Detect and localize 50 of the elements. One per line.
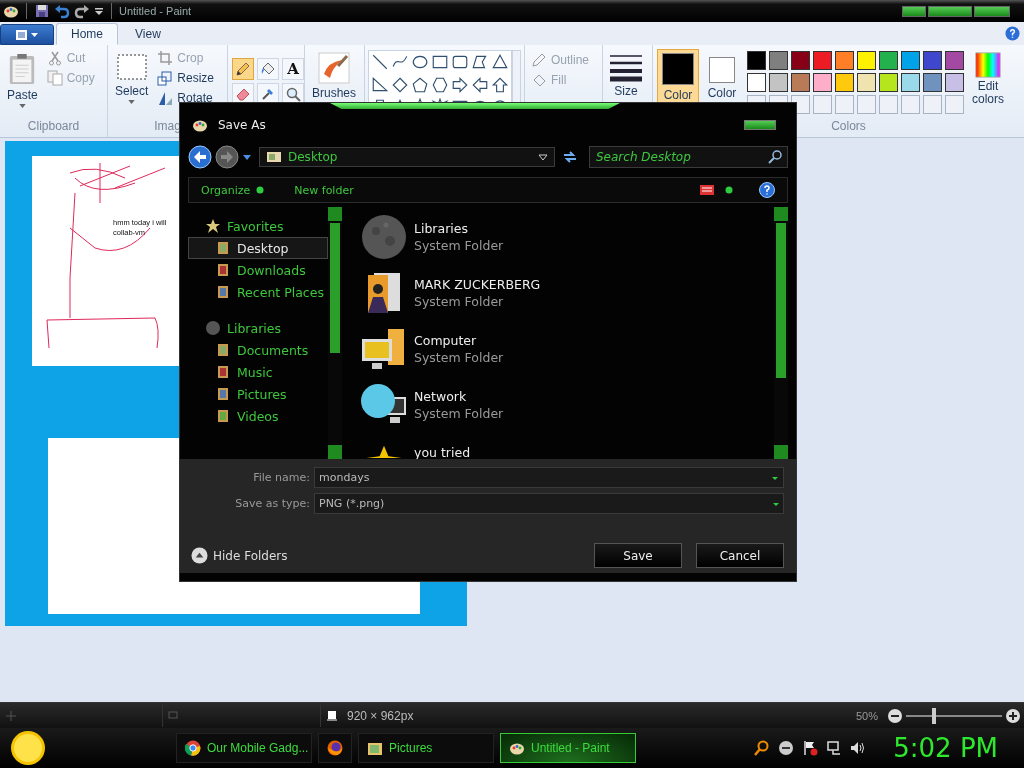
nav-item[interactable]: Downloads xyxy=(188,259,328,281)
nav-item[interactable]: Pictures xyxy=(188,383,328,405)
color-slot-button[interactable]: Color xyxy=(701,49,743,104)
dialog-button[interactable]: Cancel xyxy=(696,543,784,568)
file-type: System Folder xyxy=(414,294,505,309)
file-type: System Folder xyxy=(414,350,504,365)
address-bar[interactable]: Desktop xyxy=(259,147,555,167)
file-name[interactable]: Computer xyxy=(414,333,504,348)
nav-item[interactable]: Videos xyxy=(188,405,328,427)
group-label: Clipboard xyxy=(26,119,81,135)
field-label: Save as type: xyxy=(234,497,310,510)
taskbar-button[interactable]: Untitled - Paint xyxy=(500,733,636,763)
paste-button[interactable]: Paste xyxy=(3,49,42,111)
image-size: 920 × 962px xyxy=(347,708,414,723)
organize-button[interactable]: Organize xyxy=(201,183,265,197)
file-type: System Folder xyxy=(414,238,504,253)
nav-item[interactable]: Documents xyxy=(188,339,328,361)
window-title: Untitled - Paint xyxy=(119,5,192,17)
nav-item[interactable]: Favorites xyxy=(188,215,328,237)
group-label: Colors xyxy=(831,119,866,135)
new-folder-button[interactable]: New folder xyxy=(294,183,354,197)
nav-item[interactable]: Libraries xyxy=(188,317,328,339)
file-name[interactable]: Libraries xyxy=(414,221,504,236)
clock[interactable]: 5:02 PM xyxy=(893,733,998,763)
dialog-title: Save As xyxy=(218,118,266,132)
file-name[interactable]: you tried xyxy=(414,445,471,459)
dialog-button[interactable]: Save xyxy=(594,543,682,568)
rotate-button[interactable]: Rotate xyxy=(155,89,217,107)
search-field[interactable]: Search Desktop xyxy=(589,146,788,168)
field-label: File name: xyxy=(252,471,310,484)
nav-item[interactable]: Desktop xyxy=(188,237,328,259)
taskbar-button[interactable]: Pictures xyxy=(358,733,494,763)
file-type-dropdown[interactable]: PNG (*.png) xyxy=(314,493,784,514)
nav-item[interactable]: Recent Places xyxy=(188,281,328,303)
select-button[interactable]: Select xyxy=(111,49,153,107)
resize-button[interactable]: Resize xyxy=(155,69,217,87)
ribbon-tab[interactable]: Home xyxy=(56,23,118,45)
edit-colors-button[interactable]: Edit colors xyxy=(968,49,1008,109)
file-name[interactable]: MARK ZUCKERBERG xyxy=(414,277,541,292)
file-name-field[interactable]: mondays xyxy=(314,467,784,488)
file-name[interactable]: Network xyxy=(414,389,504,404)
taskbar-button[interactable]: Our Mobile Gadg... xyxy=(176,733,312,763)
size-button[interactable]: Size xyxy=(606,49,646,101)
brushes-button[interactable]: Brushes xyxy=(308,49,361,103)
ribbon-tab[interactable]: View xyxy=(120,23,176,45)
tool-button[interactable]: A xyxy=(282,58,304,80)
zoom-level: 50% xyxy=(855,709,878,722)
file-type: System Folder xyxy=(414,406,504,421)
hide-folders-button[interactable]: Hide Folders xyxy=(188,547,288,564)
nav-item[interactable]: Music xyxy=(188,361,328,383)
